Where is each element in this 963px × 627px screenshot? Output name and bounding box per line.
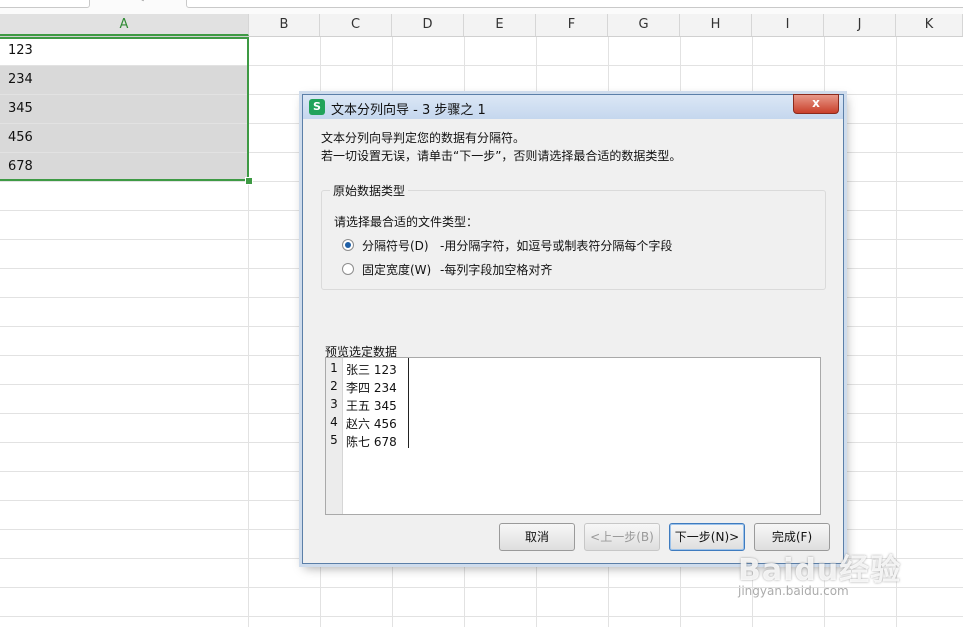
- column-header-h[interactable]: H: [680, 14, 752, 36]
- grid-line: [896, 37, 897, 627]
- dialog-titlebar[interactable]: S 文本分列向导 - 3 步骤之 1 x: [303, 94, 843, 119]
- baidu-watermark: Baidu经验: [738, 553, 902, 588]
- column-header-f[interactable]: F: [536, 14, 608, 36]
- file-type-prompt: 请选择最合适的文件类型：: [334, 215, 479, 229]
- column-header-c[interactable]: C: [320, 14, 392, 36]
- preview-row-text: 李四 234: [346, 381, 397, 395]
- formula-toolbar: ◀: [0, 0, 963, 14]
- column-header-b[interactable]: B: [249, 14, 320, 36]
- intro-text: 文本分列向导判定您的数据有分隔符。 若一切设置无误，请单击“下一步”，否则请选择…: [321, 129, 681, 165]
- preview-row-number: 4: [330, 415, 338, 429]
- intro-line-2: 若一切设置无误，请单击“下一步”，否则请选择最合适的数据类型。: [321, 149, 682, 163]
- preview-row-number: 5: [330, 433, 338, 447]
- column-break-line: [408, 358, 409, 448]
- wps-app-icon: S: [309, 99, 325, 115]
- fill-handle[interactable]: [245, 177, 253, 185]
- preview-row-number: 2: [330, 379, 338, 393]
- dialog-title: 文本分列向导 - 3 步骤之 1: [331, 103, 486, 118]
- delimited-description: -用分隔字符，如逗号或制表符分隔每个字段: [440, 239, 673, 253]
- column-header-d[interactable]: D: [392, 14, 464, 36]
- selection-border: [0, 37, 249, 181]
- next-button[interactable]: 下一步(N)>: [669, 523, 745, 551]
- column-header-k[interactable]: K: [896, 14, 963, 36]
- delimited-label[interactable]: 分隔符号(D): [362, 237, 429, 254]
- fixed-width-description: -每列字段加空格对齐: [440, 263, 553, 277]
- preview-row-text: 陈七 678: [346, 435, 397, 449]
- column-header-e[interactable]: E: [464, 14, 536, 36]
- column-header-g[interactable]: G: [608, 14, 680, 36]
- preview-row-text: 赵六 456: [346, 417, 397, 431]
- formula-bar[interactable]: [186, 0, 963, 8]
- fixed-width-label[interactable]: 固定宽度(W): [362, 261, 431, 278]
- text-to-columns-dialog: S 文本分列向导 - 3 步骤之 1 x 文本分列向导判定您的数据有分隔符。 若…: [302, 94, 844, 564]
- group-label: 原始数据类型: [330, 182, 409, 199]
- preview-row-text: 张三 123: [346, 363, 397, 377]
- back-button[interactable]: <上一步(B): [584, 523, 660, 551]
- grid-line: [0, 616, 963, 617]
- intro-line-1: 文本分列向导判定您的数据有分隔符。: [321, 131, 526, 145]
- column-header-row: A B C D E F G H I J K: [0, 14, 963, 37]
- close-button[interactable]: x: [793, 94, 839, 114]
- cancel-button[interactable]: 取消: [499, 523, 575, 551]
- column-header-i[interactable]: I: [752, 14, 824, 36]
- preview-row-number: 3: [330, 397, 338, 411]
- preview-row-text: 王五 345: [346, 399, 397, 413]
- delimited-radio[interactable]: [342, 239, 354, 251]
- name-box[interactable]: [0, 0, 90, 8]
- data-preview-box[interactable]: 1 张三 123 2 李四 234 3 王五 345 4 赵六 456 5 陈七…: [325, 357, 821, 515]
- fx-icon[interactable]: ◀: [136, 0, 154, 4]
- watermark-url: jingyan.baidu.com: [738, 584, 849, 598]
- fixed-width-radio[interactable]: [342, 263, 354, 275]
- column-header-a[interactable]: A: [0, 14, 249, 36]
- data-type-group: 原始数据类型 请选择最合适的文件类型： 分隔符号(D) -用分隔字符，如逗号或制…: [321, 182, 826, 290]
- column-header-j[interactable]: J: [824, 14, 896, 36]
- preview-row-number: 1: [330, 361, 338, 375]
